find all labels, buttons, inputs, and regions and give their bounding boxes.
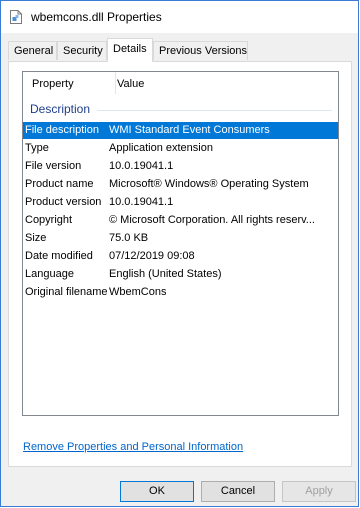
property-value: Application extension bbox=[109, 142, 213, 154]
ok-button[interactable]: OK bbox=[120, 481, 194, 502]
property-name: Type bbox=[25, 142, 49, 154]
group-label: Description bbox=[30, 102, 91, 116]
window-title: wbemcons.dll Properties bbox=[31, 10, 162, 24]
property-name: Original filename bbox=[25, 286, 108, 298]
list-item[interactable]: Product version 10.0.19041.1 bbox=[23, 194, 338, 211]
property-value: English (United States) bbox=[109, 268, 222, 280]
property-name: Size bbox=[25, 232, 47, 244]
property-name: File description bbox=[25, 124, 99, 136]
tab-previous-versions[interactable]: Previous Versions bbox=[153, 41, 248, 60]
property-name: File version bbox=[25, 160, 82, 172]
property-value: © Microsoft Corporation. All rights rese… bbox=[109, 214, 315, 226]
list-item[interactable]: Size 75.0 KB bbox=[23, 230, 338, 247]
property-list[interactable]: Property Value Description File descript… bbox=[22, 71, 339, 416]
group-divider bbox=[97, 110, 332, 111]
property-value: 10.0.19041.1 bbox=[109, 160, 174, 172]
list-item[interactable]: Language English (United States) bbox=[23, 266, 338, 283]
property-value: WbemCons bbox=[109, 286, 167, 298]
property-value: 07/12/2019 09:08 bbox=[109, 250, 195, 262]
list-item[interactable]: File version 10.0.19041.1 bbox=[23, 158, 338, 175]
list-item[interactable]: File description WMI Standard Event Cons… bbox=[23, 122, 338, 139]
remove-properties-link[interactable]: Remove Properties and Personal Informati… bbox=[23, 441, 243, 453]
list-item[interactable]: Original filename WbemCons bbox=[23, 284, 338, 301]
property-value: WMI Standard Event Consumers bbox=[109, 124, 270, 136]
property-name: Date modified bbox=[25, 250, 93, 262]
apply-button: Apply bbox=[282, 481, 356, 502]
property-value: 75.0 KB bbox=[109, 232, 149, 244]
list-header: Property Value bbox=[23, 72, 338, 94]
property-name: Language bbox=[25, 268, 74, 280]
property-name: Product name bbox=[25, 178, 94, 190]
tab-strip: General Security Details Previous Versio… bbox=[1, 33, 358, 63]
list-item[interactable]: Type Application extension bbox=[23, 140, 338, 157]
tab-security[interactable]: Security bbox=[57, 41, 107, 60]
property-name: Copyright bbox=[25, 214, 73, 226]
property-name: Product version bbox=[25, 196, 102, 208]
list-item[interactable]: Date modified 07/12/2019 09:08 bbox=[23, 248, 338, 265]
details-panel: Property Value Description File descript… bbox=[8, 61, 352, 467]
title-bar[interactable]: wbemcons.dll Properties bbox=[1, 1, 358, 33]
column-header-property[interactable]: Property bbox=[32, 78, 74, 90]
list-item[interactable]: Product name Microsoft® Windows® Operati… bbox=[23, 176, 338, 193]
group-header-description[interactable]: Description bbox=[23, 102, 338, 118]
property-value: Microsoft® Windows® Operating System bbox=[109, 178, 309, 190]
property-value: 10.0.19041.1 bbox=[109, 196, 174, 208]
cancel-button[interactable]: Cancel bbox=[201, 481, 275, 502]
list-item[interactable]: Copyright © Microsoft Corporation. All r… bbox=[23, 212, 338, 229]
tab-details[interactable]: Details bbox=[107, 38, 153, 62]
column-header-value[interactable]: Value bbox=[117, 78, 144, 90]
column-divider[interactable] bbox=[115, 72, 116, 94]
file-icon bbox=[10, 10, 22, 24]
properties-window: wbemcons.dll Properties General Security… bbox=[0, 0, 359, 507]
tab-general[interactable]: General bbox=[8, 41, 57, 60]
